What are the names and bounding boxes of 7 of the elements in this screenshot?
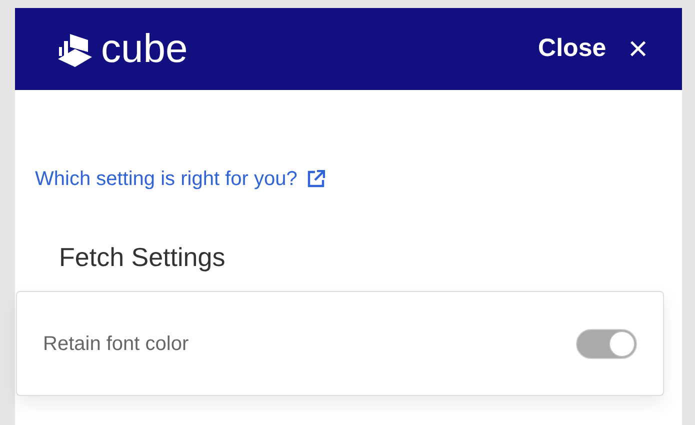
cube-logo-icon bbox=[57, 31, 93, 67]
external-link-icon bbox=[307, 170, 326, 188]
help-link[interactable]: Which setting is right for you? bbox=[35, 164, 326, 194]
close-button[interactable]: Close × bbox=[538, 30, 648, 68]
logo-text: cube bbox=[101, 29, 188, 69]
section-title: Fetch Settings bbox=[58, 242, 226, 274]
setting-label: Retain font color bbox=[43, 332, 189, 357]
